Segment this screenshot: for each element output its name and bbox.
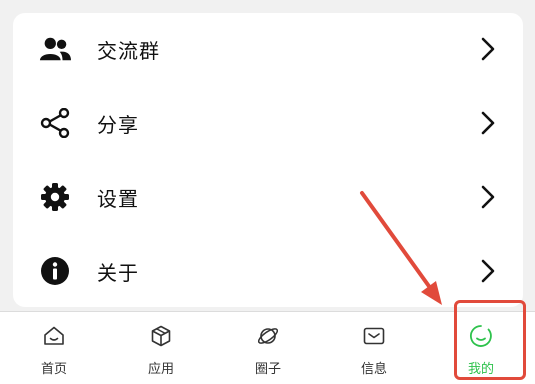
menu-item-label: 交流群 <box>97 38 160 63</box>
menu-item-label: 关于 <box>97 260 139 285</box>
mail-icon <box>363 327 385 345</box>
chevron-right-icon <box>481 37 495 61</box>
info-icon <box>39 255 71 287</box>
tab-home[interactable]: 首页 <box>14 312 94 384</box>
tab-circle[interactable]: 圈子 <box>228 312 308 384</box>
tab-label: 圈子 <box>254 362 281 377</box>
tab-label: 首页 <box>40 362 67 377</box>
share-icon <box>39 107 71 139</box>
menu-item-label: 设置 <box>97 186 139 211</box>
tab-apps[interactable]: 应用 <box>121 312 201 384</box>
highlight-box <box>454 300 526 380</box>
menu-item-about[interactable]: 关于 <box>13 235 523 307</box>
planet-icon <box>257 328 279 344</box>
tab-label: 信息 <box>360 362 387 377</box>
gear-icon <box>39 181 71 213</box>
menu-item-settings[interactable]: 设置 <box>13 161 523 233</box>
box-icon <box>151 325 171 347</box>
menu-item-group[interactable]: 交流群 <box>13 13 523 85</box>
home-icon <box>44 326 64 345</box>
tab-messages[interactable]: 信息 <box>334 312 414 384</box>
chevron-right-icon <box>481 259 495 283</box>
menu-item-label: 分享 <box>97 112 139 137</box>
chevron-right-icon <box>481 185 495 209</box>
menu-item-share[interactable]: 分享 <box>13 87 523 159</box>
menu-card: 交流群 分享 设置 关于 <box>13 13 523 307</box>
users-icon <box>39 33 71 65</box>
chevron-right-icon <box>481 111 495 135</box>
tab-label: 应用 <box>147 362 174 377</box>
